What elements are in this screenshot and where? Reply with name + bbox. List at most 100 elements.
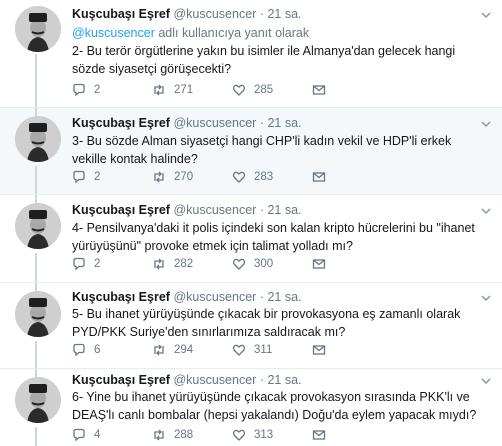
like-button[interactable]: 285: [232, 83, 312, 97]
thread-line: [35, 341, 37, 369]
chevron-down-icon[interactable]: [480, 118, 492, 130]
retweet-icon: [154, 258, 164, 270]
reply-count: 2: [94, 171, 101, 183]
reply-button[interactable]: 2: [72, 170, 152, 184]
direct-message-button[interactable]: [312, 170, 392, 184]
separator: ·: [259, 290, 264, 304]
chevron-down-icon[interactable]: [480, 292, 492, 304]
like-count: 300: [254, 258, 274, 270]
tweet-time[interactable]: 21 sa.: [267, 116, 301, 130]
heart-icon: [232, 344, 246, 356]
tweet[interactable]: Kuşcubaşı Eşref @kuscusencer · 21 sa. 5-…: [0, 283, 502, 369]
reply-context: @kuscusencer adlı kullanıcıya yanıt olar…: [72, 26, 309, 40]
avatar[interactable]: [15, 291, 61, 337]
retweet-count: 294: [174, 344, 194, 356]
tweet-text: 5- Bu ihanet yürüyüşünde çıkacak bir pro…: [72, 307, 461, 339]
reply-icon: [73, 170, 85, 184]
retweet-count: 288: [174, 429, 194, 441]
author-name[interactable]: Kuşcubaşı Eşref: [72, 373, 170, 387]
retweet-button[interactable]: 282: [152, 257, 232, 271]
author-name[interactable]: Kuşcubaşı Eşref: [72, 203, 170, 217]
direct-message-button[interactable]: [312, 428, 392, 442]
chevron-down-icon[interactable]: [480, 375, 492, 387]
tweet-actions: 2 270 283: [72, 169, 392, 185]
like-button[interactable]: 283: [232, 170, 312, 184]
retweet-count: 271: [174, 84, 194, 96]
tweet-actions: 4 288 313: [72, 427, 392, 443]
heart-icon: [232, 429, 246, 441]
reply-button[interactable]: 2: [72, 257, 152, 271]
avatar[interactable]: [15, 6, 61, 52]
tweet[interactable]: Kuşcubaşı Eşref @kuscusencer · 21 sa. @k…: [0, 0, 502, 108]
heart-icon: [232, 171, 246, 183]
tweet[interactable]: Kuşcubaşı Eşref @kuscusencer · 21 sa. 3-…: [0, 108, 502, 195]
retweet-button[interactable]: 270: [152, 170, 232, 184]
thread-line: [35, 427, 37, 446]
reply-button[interactable]: 2: [72, 83, 152, 97]
like-button[interactable]: 311: [232, 343, 312, 357]
reply-icon: [73, 428, 85, 442]
avatar[interactable]: [15, 116, 61, 162]
reply-mention-link[interactable]: @kuscusencer: [72, 26, 155, 40]
author-name[interactable]: Kuşcubaşı Eşref: [72, 116, 170, 130]
author-name[interactable]: Kuşcubaşı Eşref: [72, 7, 170, 21]
retweet-icon: [154, 429, 164, 441]
avatar[interactable]: [15, 377, 61, 423]
envelope-icon: [312, 259, 326, 269]
like-button[interactable]: 313: [232, 428, 312, 442]
separator: ·: [259, 373, 264, 387]
tweet-time[interactable]: 21 sa.: [267, 203, 301, 217]
like-count: 311: [254, 344, 273, 356]
tweet-text: 3- Bu sözde Alman siyasetçi hangi CHP'li…: [72, 134, 452, 166]
separator: ·: [259, 203, 264, 217]
tweet[interactable]: Kuşcubaşı Eşref @kuscusencer · 21 sa. 6-…: [0, 369, 502, 446]
retweet-button[interactable]: 271: [152, 83, 232, 97]
reply-count: 2: [94, 258, 101, 270]
tweet-time[interactable]: 21 sa.: [267, 290, 301, 304]
tweet-text: 4- Pensilvanya'daki it polis içindeki so…: [72, 221, 475, 253]
direct-message-button[interactable]: [312, 343, 392, 357]
reply-button[interactable]: 4: [72, 428, 152, 442]
thread-line: [35, 108, 37, 116]
reply-context-text: adlı kullanıcıya yanıt olarak: [154, 26, 310, 40]
avatar[interactable]: [15, 203, 61, 249]
like-count: 283: [254, 171, 274, 183]
author-handle[interactable]: @kuscusencer: [173, 7, 256, 21]
tweet-text: 2- Bu terör örgütlerine yakın bu isimler…: [72, 44, 456, 76]
tweet-actions: 2 271 285: [72, 82, 392, 98]
thread-line: [35, 195, 37, 203]
envelope-icon: [312, 85, 326, 95]
retweet-icon: [154, 171, 164, 183]
retweet-icon: [154, 84, 164, 96]
envelope-icon: [312, 430, 326, 440]
tweet-text: 6- Yine bu ihanet yürüyüşünde çıkacak pr…: [72, 390, 477, 422]
like-button[interactable]: 300: [232, 257, 312, 271]
like-count: 285: [254, 84, 274, 96]
heart-icon: [232, 258, 246, 270]
reply-button[interactable]: 6: [72, 343, 152, 357]
tweet-time[interactable]: 21 sa.: [267, 7, 301, 21]
thread-line: [35, 54, 37, 108]
author-handle[interactable]: @kuscusencer: [173, 290, 256, 304]
reply-icon: [73, 83, 85, 97]
author-name[interactable]: Kuşcubaşı Eşref: [72, 290, 170, 304]
reply-count: 4: [94, 429, 101, 441]
tweet-actions: 6 294 311: [72, 342, 392, 358]
tweet-time[interactable]: 21 sa.: [267, 373, 301, 387]
thread-line: [35, 283, 37, 291]
author-handle[interactable]: @kuscusencer: [173, 203, 256, 217]
tweet-actions: 2 282 300: [72, 256, 392, 272]
retweet-count: 270: [174, 171, 194, 183]
tweet[interactable]: Kuşcubaşı Eşref @kuscusencer · 21 sa. 4-…: [0, 195, 502, 283]
retweet-button[interactable]: 288: [152, 428, 232, 442]
chevron-down-icon[interactable]: [480, 205, 492, 217]
chevron-down-icon[interactable]: [480, 9, 492, 21]
reply-icon: [73, 343, 85, 357]
retweet-button[interactable]: 294: [152, 343, 232, 357]
direct-message-button[interactable]: [312, 83, 392, 97]
author-handle[interactable]: @kuscusencer: [173, 116, 256, 130]
thread-line: [35, 166, 37, 195]
author-handle[interactable]: @kuscusencer: [173, 373, 256, 387]
direct-message-button[interactable]: [312, 257, 392, 271]
reply-count: 6: [94, 344, 101, 356]
